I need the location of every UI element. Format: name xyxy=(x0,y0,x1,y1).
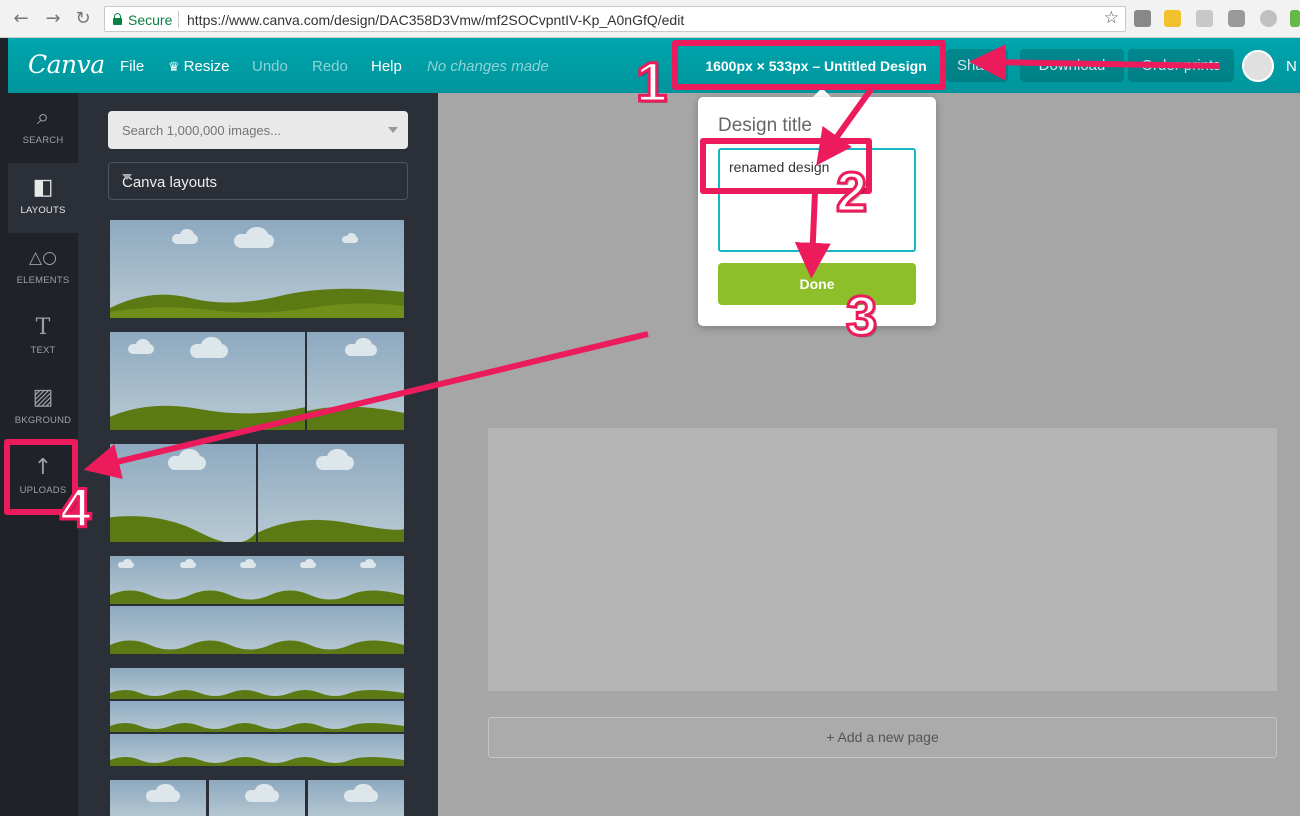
annotation-number-3: 3 xyxy=(844,284,878,347)
annotation-number-4: 4 xyxy=(58,476,92,539)
arrow-1 xyxy=(969,44,1221,81)
arrow-4 xyxy=(83,331,649,480)
annotation-number-1: 1 xyxy=(634,50,668,113)
annotation-number-2: 2 xyxy=(834,160,868,223)
arrow-3 xyxy=(794,191,831,279)
screenshot-root: ← → ↻ Secure https://www.canva.com/desig… xyxy=(0,0,1300,816)
annotation-box-1 xyxy=(672,40,946,90)
annotation-arrows xyxy=(83,44,1221,480)
